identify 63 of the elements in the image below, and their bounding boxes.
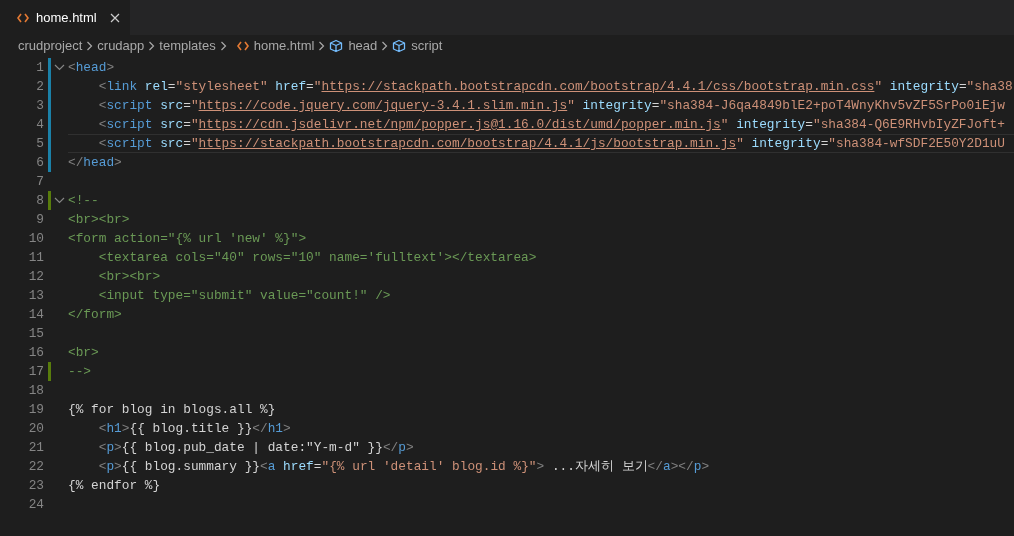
code-line: <script src="https://stackpath.bootstrapcdn.com/bootstrap/4.4.1/js/bootstrap.min.js" integrity="sha384-wfSDF2E50Y2D1uU: [97, 134, 1005, 153]
line-number: 7: [35, 172, 44, 191]
fold-chevron-icon[interactable]: [54, 64, 65, 71]
line-number: 2: [35, 77, 44, 96]
comment-line: <textarea cols="40" rows="10" name='fulltext'></textarea>: [97, 248, 537, 267]
line-number: 1: [35, 58, 44, 77]
chevron-right-icon: [318, 41, 326, 51]
line-number: 9: [35, 210, 44, 229]
cube-icon: [392, 39, 407, 53]
breadcrumb-item[interactable]: head: [348, 36, 378, 56]
comment-line: <input type="submit" value="count!" />: [97, 286, 391, 305]
code-line: <script src="https://code.jquery.com/jquery-3.4.1.slim.min.js" integrity="sha384-J6qa4849blE2+poT4WnyKhv5vZF5SrPo0iEjw: [97, 96, 1005, 115]
breadcrumb-item[interactable]: home.html: [253, 36, 315, 56]
line-number: 20: [27, 419, 44, 438]
comment-line: <form action="{% url 'new' %}">: [68, 229, 307, 248]
chevron-right-icon: [381, 41, 389, 51]
code-file-icon: [236, 41, 249, 51]
line-number: 10: [27, 229, 44, 248]
cube-icon: [329, 39, 344, 53]
breadcrumb-item[interactable]: script: [411, 36, 443, 56]
code-line: </head>: [68, 153, 122, 172]
line-number: 4: [35, 115, 44, 134]
line-number: 17: [27, 362, 44, 381]
code-line: <head>: [68, 58, 115, 77]
line-number: 14: [27, 305, 44, 324]
close-icon[interactable]: [109, 12, 120, 23]
line-number: 16: [27, 343, 44, 362]
line-number: 5: [35, 134, 44, 153]
chevron-right-icon: [86, 41, 94, 51]
code-line: <p>{{ blog.pub_date | date:"Y-m-d" }}</p>: [97, 438, 414, 457]
editor-tab[interactable]: home.html: [0, 0, 130, 35]
code-line: <link rel="stylesheet" href="https://stackpath.bootstrapcdn.com/bootstrap/4.4.1/css/bootstrap.min.css" integrity="sha38: [97, 77, 1013, 96]
line-number: 13: [27, 286, 44, 305]
line-number: 6: [35, 153, 44, 172]
code-file-icon: [17, 12, 29, 23]
line-number: 11: [27, 248, 44, 267]
code-line: {% endfor %}: [68, 476, 161, 495]
line-number: 23: [27, 476, 44, 495]
comment-line: <!--: [68, 191, 99, 210]
breadcrumb-item[interactable]: crudapp: [97, 36, 145, 56]
chevron-right-icon: [148, 41, 156, 51]
comment-line: <br><br>: [97, 267, 161, 286]
code-line: <script src="https://cdn.jsdelivr.net/npm/popper.js@1.16.0/dist/umd/popper.min.js" integrity="sha384-Q6E9RHvbIyZFJoft+: [97, 115, 1005, 134]
fold-chevron-icon[interactable]: [54, 197, 65, 204]
line-number: 22: [27, 457, 44, 476]
breadcrumb-item[interactable]: templates: [159, 36, 216, 56]
line-number: 8: [35, 191, 44, 210]
code-line: <h1>{{ blog.title }}</h1>: [97, 419, 291, 438]
comment-line: <br><br>: [68, 210, 130, 229]
line-number: 21: [27, 438, 44, 457]
breadcrumb-item[interactable]: crudproject: [18, 36, 83, 56]
code-line: <p>{{ blog.summary }}<a href="{% url 'detail' blog.id %}"> ...자세히 보기</a></p>: [97, 457, 710, 476]
line-number: 12: [27, 267, 44, 286]
comment-line: <br>: [68, 343, 99, 362]
code-line: {% for blog in blogs.all %}: [68, 400, 276, 419]
line-number: 19: [27, 400, 44, 419]
comment-line: -->: [68, 362, 92, 381]
comment-line: </form>: [68, 305, 122, 324]
chevron-right-icon: [219, 41, 227, 51]
line-number: 15: [27, 324, 44, 343]
line-number: 3: [35, 96, 44, 115]
line-number: 24: [27, 495, 44, 514]
line-number: 18: [27, 381, 44, 400]
